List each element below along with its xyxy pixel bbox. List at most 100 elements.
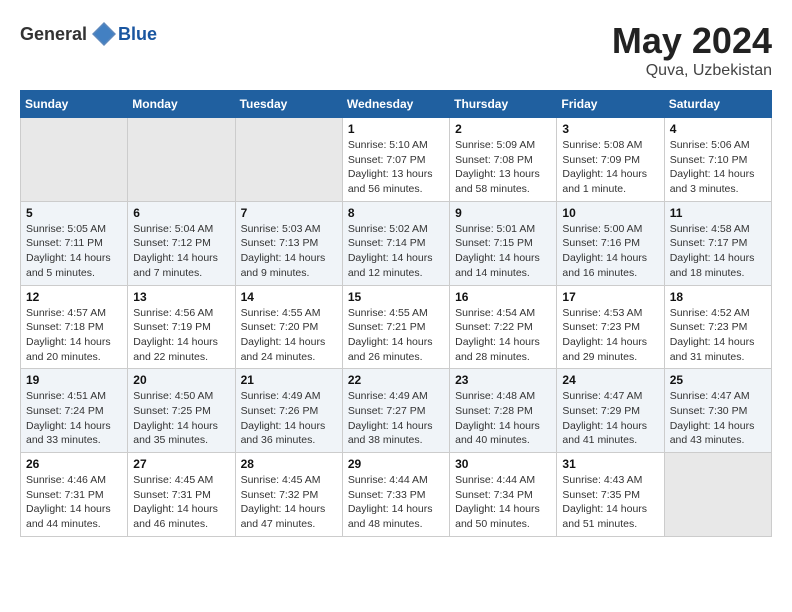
- day-info: Sunrise: 5:02 AMSunset: 7:14 PMDaylight:…: [348, 222, 444, 281]
- day-cell: 15 Sunrise: 4:55 AMSunset: 7:21 PMDayligh…: [342, 285, 449, 369]
- sunset-text: Sunset: 7:13 PM: [241, 236, 337, 251]
- sunrise-text: Sunrise: 4:44 AM: [455, 473, 551, 488]
- day-number: 29: [348, 457, 444, 471]
- day-info: Sunrise: 4:47 AMSunset: 7:29 PMDaylight:…: [562, 389, 658, 448]
- sunset-text: Sunset: 7:31 PM: [26, 488, 122, 503]
- sunset-text: Sunset: 7:21 PM: [348, 320, 444, 335]
- sunrise-text: Sunrise: 4:46 AM: [26, 473, 122, 488]
- day-cell: 5Sunrise: 5:05 AMSunset: 7:11 PMDaylight…: [21, 201, 128, 285]
- month-title: May 2024: [612, 20, 772, 62]
- day-cell: 10Sunrise: 5:00 AMSunset: 7:16 PMDayligh…: [557, 201, 664, 285]
- day-info: Sunrise: 4:50 AMSunset: 7:25 PMDaylight:…: [133, 389, 229, 448]
- week-row-2: 5Sunrise: 5:05 AMSunset: 7:11 PMDaylight…: [21, 201, 772, 285]
- day-info: Sunrise: 4:55 AMSunset: 7:20 PMDaylight:…: [241, 306, 337, 365]
- day-info: Sunrise: 4:55 AMSunset: 7:21 PMDaylight:…: [348, 306, 444, 365]
- sunrise-text: Sunrise: 4:51 AM: [26, 389, 122, 404]
- sunset-text: Sunset: 7:18 PM: [26, 320, 122, 335]
- day-info: Sunrise: 4:46 AMSunset: 7:31 PMDaylight:…: [26, 473, 122, 532]
- day-info: Sunrise: 5:04 AMSunset: 7:12 PMDaylight:…: [133, 222, 229, 281]
- sunrise-text: Sunrise: 5:09 AM: [455, 138, 551, 153]
- day-cell: [235, 118, 342, 202]
- sunset-text: Sunset: 7:24 PM: [26, 404, 122, 419]
- daylight-text: Daylight: 14 hours and 14 minutes.: [455, 251, 551, 280]
- day-number: 11: [670, 206, 766, 220]
- day-info: Sunrise: 4:45 AMSunset: 7:32 PMDaylight:…: [241, 473, 337, 532]
- sunset-text: Sunset: 7:32 PM: [241, 488, 337, 503]
- sunrise-text: Sunrise: 5:10 AM: [348, 138, 444, 153]
- day-number: 30: [455, 457, 551, 471]
- day-number: 2: [455, 122, 551, 136]
- sunset-text: Sunset: 7:22 PM: [455, 320, 551, 335]
- logo-icon: [90, 20, 118, 48]
- daylight-text: Daylight: 14 hours and 40 minutes.: [455, 419, 551, 448]
- day-info: Sunrise: 5:03 AMSunset: 7:13 PMDaylight:…: [241, 222, 337, 281]
- sunset-text: Sunset: 7:16 PM: [562, 236, 658, 251]
- daylight-text: Daylight: 14 hours and 9 minutes.: [241, 251, 337, 280]
- sunset-text: Sunset: 7:28 PM: [455, 404, 551, 419]
- day-cell: 3Sunrise: 5:08 AMSunset: 7:09 PMDaylight…: [557, 118, 664, 202]
- day-info: Sunrise: 5:05 AMSunset: 7:11 PMDaylight:…: [26, 222, 122, 281]
- logo: General Blue: [20, 20, 157, 48]
- sunrise-text: Sunrise: 5:02 AM: [348, 222, 444, 237]
- day-number: 27: [133, 457, 229, 471]
- day-number: 4: [670, 122, 766, 136]
- day-number: 15: [348, 290, 444, 304]
- day-cell: 23Sunrise: 4:48 AMSunset: 7:28 PMDayligh…: [450, 369, 557, 453]
- day-cell: 29Sunrise: 4:44 AMSunset: 7:33 PMDayligh…: [342, 453, 449, 537]
- sunrise-text: Sunrise: 4:56 AM: [133, 306, 229, 321]
- daylight-text: Daylight: 14 hours and 44 minutes.: [26, 502, 122, 531]
- daylight-text: Daylight: 14 hours and 48 minutes.: [348, 502, 444, 531]
- day-number: 10: [562, 206, 658, 220]
- sunset-text: Sunset: 7:08 PM: [455, 153, 551, 168]
- daylight-text: Daylight: 14 hours and 50 minutes.: [455, 502, 551, 531]
- sunset-text: Sunset: 7:23 PM: [562, 320, 658, 335]
- daylight-text: Daylight: 14 hours and 22 minutes.: [133, 335, 229, 364]
- day-cell: 30Sunrise: 4:44 AMSunset: 7:34 PMDayligh…: [450, 453, 557, 537]
- calendar-header-row: SundayMondayTuesdayWednesdayThursdayFrid…: [21, 91, 772, 118]
- daylight-text: Daylight: 14 hours and 7 minutes.: [133, 251, 229, 280]
- daylight-text: Daylight: 14 hours and 18 minutes.: [670, 251, 766, 280]
- sunset-text: Sunset: 7:14 PM: [348, 236, 444, 251]
- daylight-text: Daylight: 14 hours and 31 minutes.: [670, 335, 766, 364]
- col-header-friday: Friday: [557, 91, 664, 118]
- day-cell: 9Sunrise: 5:01 AMSunset: 7:15 PMDaylight…: [450, 201, 557, 285]
- day-info: Sunrise: 4:43 AMSunset: 7:35 PMDaylight:…: [562, 473, 658, 532]
- sunset-text: Sunset: 7:26 PM: [241, 404, 337, 419]
- day-info: Sunrise: 4:51 AMSunset: 7:24 PMDaylight:…: [26, 389, 122, 448]
- day-info: Sunrise: 4:49 AMSunset: 7:27 PMDaylight:…: [348, 389, 444, 448]
- calendar-table: SundayMondayTuesdayWednesdayThursdayFrid…: [20, 90, 772, 537]
- sunrise-text: Sunrise: 4:52 AM: [670, 306, 766, 321]
- day-cell: 8Sunrise: 5:02 AMSunset: 7:14 PMDaylight…: [342, 201, 449, 285]
- day-cell: 4Sunrise: 5:06 AMSunset: 7:10 PMDaylight…: [664, 118, 771, 202]
- day-cell: 11Sunrise: 4:58 AMSunset: 7:17 PMDayligh…: [664, 201, 771, 285]
- daylight-text: Daylight: 14 hours and 12 minutes.: [348, 251, 444, 280]
- day-info: Sunrise: 4:47 AMSunset: 7:30 PMDaylight:…: [670, 389, 766, 448]
- sunset-text: Sunset: 7:25 PM: [133, 404, 229, 419]
- day-number: 22: [348, 373, 444, 387]
- day-cell: 20Sunrise: 4:50 AMSunset: 7:25 PMDayligh…: [128, 369, 235, 453]
- sunset-text: Sunset: 7:29 PM: [562, 404, 658, 419]
- day-number: 12: [26, 290, 122, 304]
- day-number: 17: [562, 290, 658, 304]
- daylight-text: Daylight: 14 hours and 51 minutes.: [562, 502, 658, 531]
- sunrise-text: Sunrise: 4:47 AM: [562, 389, 658, 404]
- col-header-wednesday: Wednesday: [342, 91, 449, 118]
- day-number: 21: [241, 373, 337, 387]
- day-info: Sunrise: 4:48 AMSunset: 7:28 PMDaylight:…: [455, 389, 551, 448]
- day-cell: 31Sunrise: 4:43 AMSunset: 7:35 PMDayligh…: [557, 453, 664, 537]
- sunset-text: Sunset: 7:12 PM: [133, 236, 229, 251]
- daylight-text: Daylight: 14 hours and 1 minute.: [562, 167, 658, 196]
- day-cell: 24Sunrise: 4:47 AMSunset: 7:29 PMDayligh…: [557, 369, 664, 453]
- day-cell: 25Sunrise: 4:47 AMSunset: 7:30 PMDayligh…: [664, 369, 771, 453]
- day-info: Sunrise: 4:57 AMSunset: 7:18 PMDaylight:…: [26, 306, 122, 365]
- daylight-text: Daylight: 14 hours and 5 minutes.: [26, 251, 122, 280]
- sunrise-text: Sunrise: 4:47 AM: [670, 389, 766, 404]
- day-cell: 13Sunrise: 4:56 AMSunset: 7:19 PMDayligh…: [128, 285, 235, 369]
- day-number: 6: [133, 206, 229, 220]
- day-cell: 14Sunrise: 4:55 AMSunset: 7:20 PMDayligh…: [235, 285, 342, 369]
- day-cell: 17Sunrise: 4:53 AMSunset: 7:23 PMDayligh…: [557, 285, 664, 369]
- day-number: 1: [348, 122, 444, 136]
- day-cell: 16Sunrise: 4:54 AMSunset: 7:22 PMDayligh…: [450, 285, 557, 369]
- daylight-text: Daylight: 14 hours and 36 minutes.: [241, 419, 337, 448]
- sunset-text: Sunset: 7:30 PM: [670, 404, 766, 419]
